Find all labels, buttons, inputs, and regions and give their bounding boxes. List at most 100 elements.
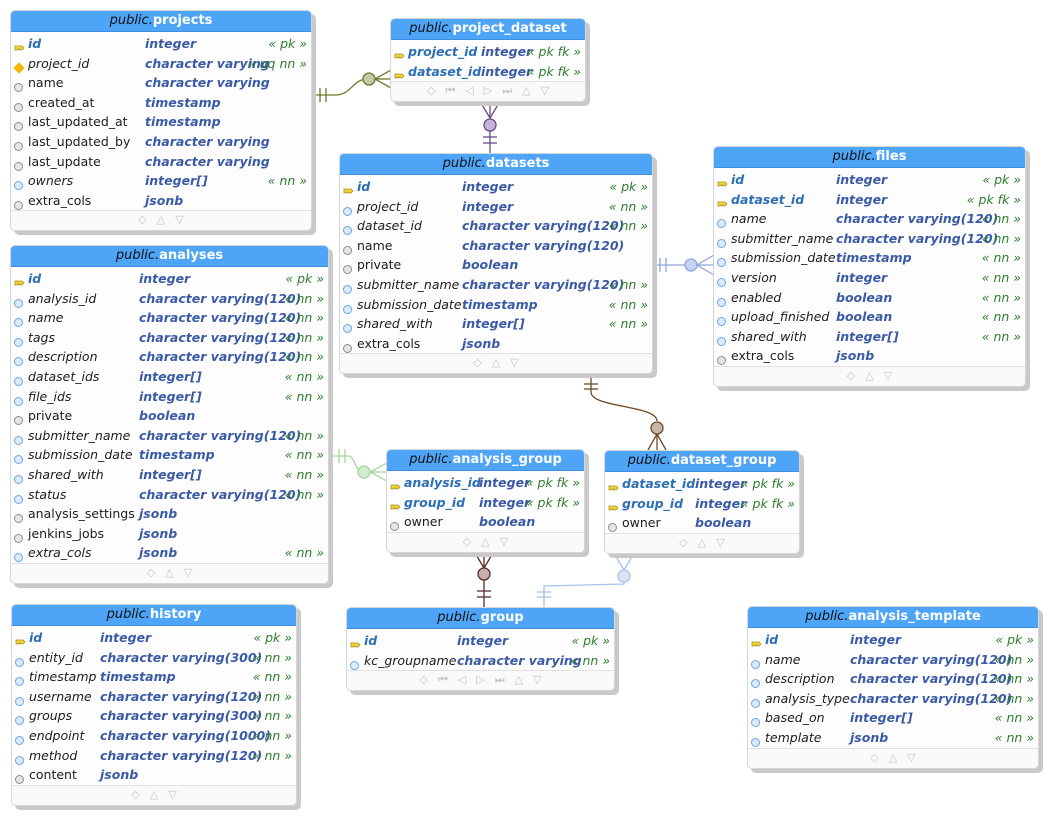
show-all-icon[interactable]: ◇	[870, 749, 878, 767]
entity-files[interactable]: public.files id integer « pk » dataset_id int…	[713, 146, 1026, 387]
show-all-icon[interactable]: ◇	[463, 533, 471, 551]
column-row[interactable]: submitter_name character varying(120) « nn…	[340, 275, 652, 295]
show-all-icon[interactable]: ◇	[847, 367, 855, 385]
column-row[interactable]: project_id character varying « uq nn »	[11, 54, 311, 74]
column-row[interactable]: tags character varying(120) « nn »	[11, 328, 328, 348]
expand-up-icon[interactable]: △	[865, 367, 873, 385]
column-row[interactable]: shared_with integer[] « nn »	[11, 465, 328, 485]
expand-up-icon[interactable]: △	[492, 354, 500, 372]
column-row[interactable]: id integer « pk »	[11, 269, 328, 289]
column-row[interactable]: submitter_name character varying(120) « nn…	[714, 229, 1025, 249]
prev-page-icon[interactable]: ◁	[458, 671, 466, 689]
expand-up-icon[interactable]: △	[889, 749, 897, 767]
column-row[interactable]: analysis_id integer « pk fk »	[387, 473, 584, 493]
column-row[interactable]: based_on integer[] « nn »	[748, 708, 1038, 728]
relationship-datasets-files[interactable]	[653, 254, 715, 276]
relationship-analyses-analysis-group[interactable]	[329, 449, 388, 482]
relationship-datasets-dataset-group[interactable]	[584, 376, 667, 451]
collapse-down-icon[interactable]: ▽	[541, 82, 549, 100]
entity-header[interactable]: public.analysis_template	[748, 607, 1038, 628]
column-row[interactable]: analysis_type character varying(120) « nn …	[748, 689, 1038, 709]
column-row[interactable]: name character varying	[11, 73, 311, 93]
column-row[interactable]: version integer « nn »	[714, 268, 1025, 288]
column-row[interactable]: endpoint character varying(1000) « nn »	[12, 726, 296, 746]
show-all-icon[interactable]: ◇	[427, 82, 435, 100]
column-row[interactable]: analysis_settings jsonb	[11, 504, 328, 524]
relationship-group-dataset-group[interactable]	[537, 554, 634, 607]
column-row[interactable]: enabled boolean « nn »	[714, 288, 1025, 308]
column-row[interactable]: id integer « pk »	[11, 34, 311, 54]
show-all-icon[interactable]: ◇	[131, 786, 139, 804]
column-row[interactable]: kc_groupname character varying « nn »	[347, 651, 614, 671]
column-row[interactable]: dataset_id integer « pk fk »	[605, 474, 799, 494]
prev-page-icon[interactable]: ◁	[465, 82, 473, 100]
column-row[interactable]: last_updated_by character varying	[11, 132, 311, 152]
entity-header[interactable]: public.project_dataset	[391, 19, 585, 40]
column-row[interactable]: project_id integer « pk fk »	[391, 42, 585, 62]
column-row[interactable]: name character varying(120)	[340, 236, 652, 256]
column-row[interactable]: file_ids integer[] « nn »	[11, 387, 328, 407]
relationship-datasets-project-dataset[interactable]	[480, 102, 500, 153]
entity-header[interactable]: public.analyses	[11, 246, 328, 267]
entity-header[interactable]: public.projects	[11, 11, 311, 32]
column-row[interactable]: status character varying(120) « nn »	[11, 485, 328, 505]
expand-up-icon[interactable]: △	[481, 533, 489, 551]
column-row[interactable]: created_at timestamp	[11, 93, 311, 113]
column-row[interactable]: submission_date timestamp « nn »	[714, 248, 1025, 268]
column-row[interactable]: name character varying(120) « nn »	[748, 650, 1038, 670]
column-row[interactable]: dataset_id integer « pk fk »	[714, 190, 1025, 210]
first-page-icon[interactable]: ⏮	[445, 82, 455, 100]
column-row[interactable]: id integer « pk »	[340, 177, 652, 197]
expand-up-icon[interactable]: △	[522, 82, 530, 100]
column-row[interactable]: group_id integer « pk fk »	[387, 493, 584, 513]
expand-up-icon[interactable]: △	[515, 671, 523, 689]
column-row[interactable]: extra_cols jsonb	[714, 346, 1025, 366]
expand-up-icon[interactable]: △	[165, 564, 173, 582]
column-row[interactable]: description character varying(120) « nn »	[748, 669, 1038, 689]
entity-header[interactable]: public.datasets	[340, 154, 652, 175]
column-row[interactable]: private boolean	[11, 406, 328, 426]
column-row[interactable]: submitter_name character varying(120) « nn…	[11, 426, 328, 446]
column-row[interactable]: last_update character varying	[11, 152, 311, 172]
column-row[interactable]: extra_cols jsonb « nn »	[11, 543, 328, 563]
column-row[interactable]: entity_id character varying(300) « nn »	[12, 648, 296, 668]
collapse-down-icon[interactable]: ▽	[884, 367, 892, 385]
relationship-projects-project-dataset[interactable]	[312, 69, 392, 102]
next-page-icon[interactable]: ▷	[476, 671, 484, 689]
column-row[interactable]: id integer « pk »	[12, 628, 296, 648]
column-row[interactable]: last_updated_at timestamp	[11, 112, 311, 132]
show-all-icon[interactable]: ◇	[147, 564, 155, 582]
collapse-down-icon[interactable]: ▽	[533, 671, 541, 689]
column-row[interactable]: content jsonb	[12, 765, 296, 785]
entity-header[interactable]: public.history	[12, 605, 296, 626]
entity-group[interactable]: public.group id integer « pk » kc_groupname c…	[346, 607, 615, 692]
column-row[interactable]: owner boolean	[605, 513, 799, 533]
column-row[interactable]: jenkins_jobs jsonb	[11, 524, 328, 544]
collapse-down-icon[interactable]: ▽	[716, 534, 724, 552]
first-page-icon[interactable]: ⏮	[438, 671, 448, 689]
column-row[interactable]: submission_date timestamp « nn »	[340, 295, 652, 315]
column-row[interactable]: project_id integer « nn »	[340, 197, 652, 217]
column-row[interactable]: dataset_id character varying(120) « nn »	[340, 216, 652, 236]
column-row[interactable]: dataset_id integer « pk fk »	[391, 62, 585, 82]
expand-up-icon[interactable]: △	[698, 534, 706, 552]
show-all-icon[interactable]: ◇	[138, 211, 146, 229]
column-row[interactable]: description character varying(120) « nn »	[11, 347, 328, 367]
next-page-icon[interactable]: ▷	[484, 82, 492, 100]
collapse-down-icon[interactable]: ▽	[175, 211, 183, 229]
column-row[interactable]: template jsonb « nn »	[748, 728, 1038, 748]
column-row[interactable]: shared_with integer[] « nn »	[340, 314, 652, 334]
column-row[interactable]: extra_cols jsonb	[340, 334, 652, 354]
entity-header[interactable]: public.analysis_group	[387, 450, 584, 471]
last-page-icon[interactable]: ⏭	[502, 82, 512, 100]
column-row[interactable]: extra_cols jsonb	[11, 191, 311, 211]
column-row[interactable]: upload_finished boolean « nn »	[714, 307, 1025, 327]
entity-projects[interactable]: public.projects id integer « pk » project_id…	[10, 10, 312, 232]
column-row[interactable]: method character varying(120) « nn »	[12, 746, 296, 766]
collapse-down-icon[interactable]: ▽	[168, 786, 176, 804]
entity-header[interactable]: public.group	[347, 608, 614, 629]
last-page-icon[interactable]: ⏭	[495, 671, 505, 689]
entity-analyses[interactable]: public.analyses id integer « pk » analysis_i…	[10, 245, 329, 584]
show-all-icon[interactable]: ◇	[419, 671, 427, 689]
column-row[interactable]: id integer « pk »	[714, 170, 1025, 190]
